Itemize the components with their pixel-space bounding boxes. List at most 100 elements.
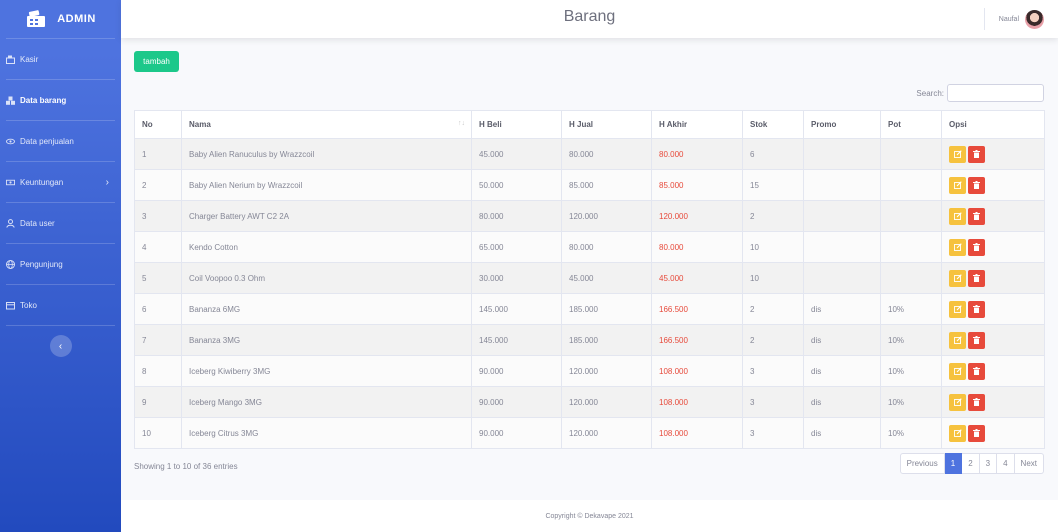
sidebar-item-pengunjung[interactable]: Pengunjung [0,244,121,284]
column-header-h-jual[interactable]: H Jual [561,110,652,139]
cell-stok: 15 [742,169,804,201]
cell-nama: Bananza 3MG [181,324,472,356]
sidebar: ADMIN Kasir Data barang Data penjualan K… [0,0,121,532]
edit-button[interactable] [949,424,966,442]
topbar: Barang Naufal [121,0,1058,38]
cell-pot: 10% [880,355,942,387]
column-header-pot[interactable]: Pot [880,110,942,139]
cell-nama: Iceberg Kiwiberry 3MG [181,355,472,387]
sidebar-item-toko[interactable]: Toko [0,285,121,325]
search-box: Search: [916,84,1044,102]
sidebar-item-data-user[interactable]: Data user [0,203,121,243]
cell-promo: dis [803,293,881,325]
cell-jual: 120.000 [561,417,652,449]
pagination-previous[interactable]: Previous [899,453,945,474]
delete-button[interactable] [968,269,985,287]
delete-button[interactable] [968,362,985,380]
pagination-next[interactable]: Next [1014,453,1044,474]
chevron-right-icon: › [105,176,109,188]
cell-pot [880,169,942,201]
delete-button[interactable] [968,145,985,163]
table-row: 7 Bananza 3MG 145.000 185.000 166.500 2 dis 10% [134,324,1045,356]
edit-icon [953,429,962,437]
edit-button[interactable] [949,145,966,163]
cell-promo [803,200,881,232]
edit-button[interactable] [949,300,966,318]
delete-button[interactable] [968,300,985,318]
cell-no: 6 [134,293,182,325]
edit-button[interactable] [949,176,966,194]
column-header-no[interactable]: No [134,110,182,139]
cell-beli: 90.000 [471,417,562,449]
delete-button[interactable] [968,238,985,256]
column-header-nama[interactable]: Nama ↑↓ [181,110,472,139]
cell-no: 4 [134,231,182,263]
delete-button[interactable] [968,424,985,442]
cell-no: 5 [134,262,182,294]
add-button[interactable]: tambah [134,51,179,72]
cubes-icon [6,96,15,105]
edit-button[interactable] [949,331,966,349]
cell-promo [803,262,881,294]
pagination-page-1[interactable]: 1 [944,453,963,474]
sidebar-item-data-barang[interactable]: Data barang [0,80,121,120]
cell-nama: Bananza 6MG [181,293,472,325]
cell-jual: 120.000 [561,355,652,387]
cell-nama: Baby Alien Nerium by Wrazzcoil [181,169,472,201]
cell-akhir: 166.500 [651,293,743,325]
column-header-stok[interactable]: Stok [742,110,804,139]
pagination: Previous 1 2 3 4 Next [899,453,1044,474]
sidebar-item-label: Toko [20,300,37,310]
column-header-h-akhir[interactable]: H Akhir [651,110,743,139]
delete-button[interactable] [968,393,985,411]
pagination-page-3[interactable]: 3 [979,453,998,474]
cell-akhir: 80.000 [651,231,743,263]
cell-opsi [941,417,1045,449]
edit-button[interactable] [949,362,966,380]
sidebar-item-keuntungan[interactable]: Keuntungan › [0,162,121,202]
sidebar-brand[interactable]: ADMIN [0,0,121,38]
pagination-page-4[interactable]: 4 [997,453,1015,474]
cell-beli: 145.000 [471,324,562,356]
cell-akhir: 120.000 [651,200,743,232]
sidebar-divider [6,325,115,326]
sidebar-item-data-penjualan[interactable]: Data penjualan [0,121,121,161]
sidebar-toggle-button[interactable]: ‹ [49,335,72,357]
cell-opsi [941,324,1045,356]
globe-icon [6,259,15,269]
edit-button[interactable] [949,269,966,287]
cell-pot: 10% [880,417,942,449]
cell-no: 8 [134,355,182,387]
delete-button[interactable] [968,207,985,225]
edit-button[interactable] [949,238,966,256]
column-header-promo[interactable]: Promo [803,110,881,139]
topbar-divider [983,8,985,30]
avatar[interactable] [1025,9,1044,29]
cell-no: 2 [134,169,182,201]
cell-beli: 30.000 [471,262,562,294]
page-title: Barang [563,8,616,25]
pagination-page-2[interactable]: 2 [962,453,980,474]
table-row: 2 Baby Alien Nerium by Wrazzcoil 50.000 85.… [134,169,1045,201]
cell-beli: 45.000 [471,138,562,170]
cell-stok: 2 [742,293,804,325]
search-label: Search: [916,88,944,98]
search-input[interactable] [947,84,1044,102]
delete-button[interactable] [968,176,985,194]
cell-pot [880,200,942,232]
edit-button[interactable] [949,393,966,411]
table-row: 8 Iceberg Kiwiberry 3MG 90.000 120.000 108.0… [134,355,1045,387]
store-icon [6,301,15,310]
trash-icon [973,243,980,251]
column-header-opsi[interactable]: Opsi [941,110,1045,139]
sidebar-item-kasir[interactable]: Kasir [0,39,121,79]
cell-stok: 3 [742,386,804,418]
column-header-h-beli[interactable]: H Beli [471,110,562,139]
cell-stok: 10 [742,262,804,294]
edit-button[interactable] [949,207,966,225]
user-menu[interactable]: Naufal [983,8,1044,30]
cell-promo: dis [803,324,881,356]
delete-button[interactable] [968,331,985,349]
edit-icon [953,150,962,158]
cash-register-icon [6,55,15,64]
